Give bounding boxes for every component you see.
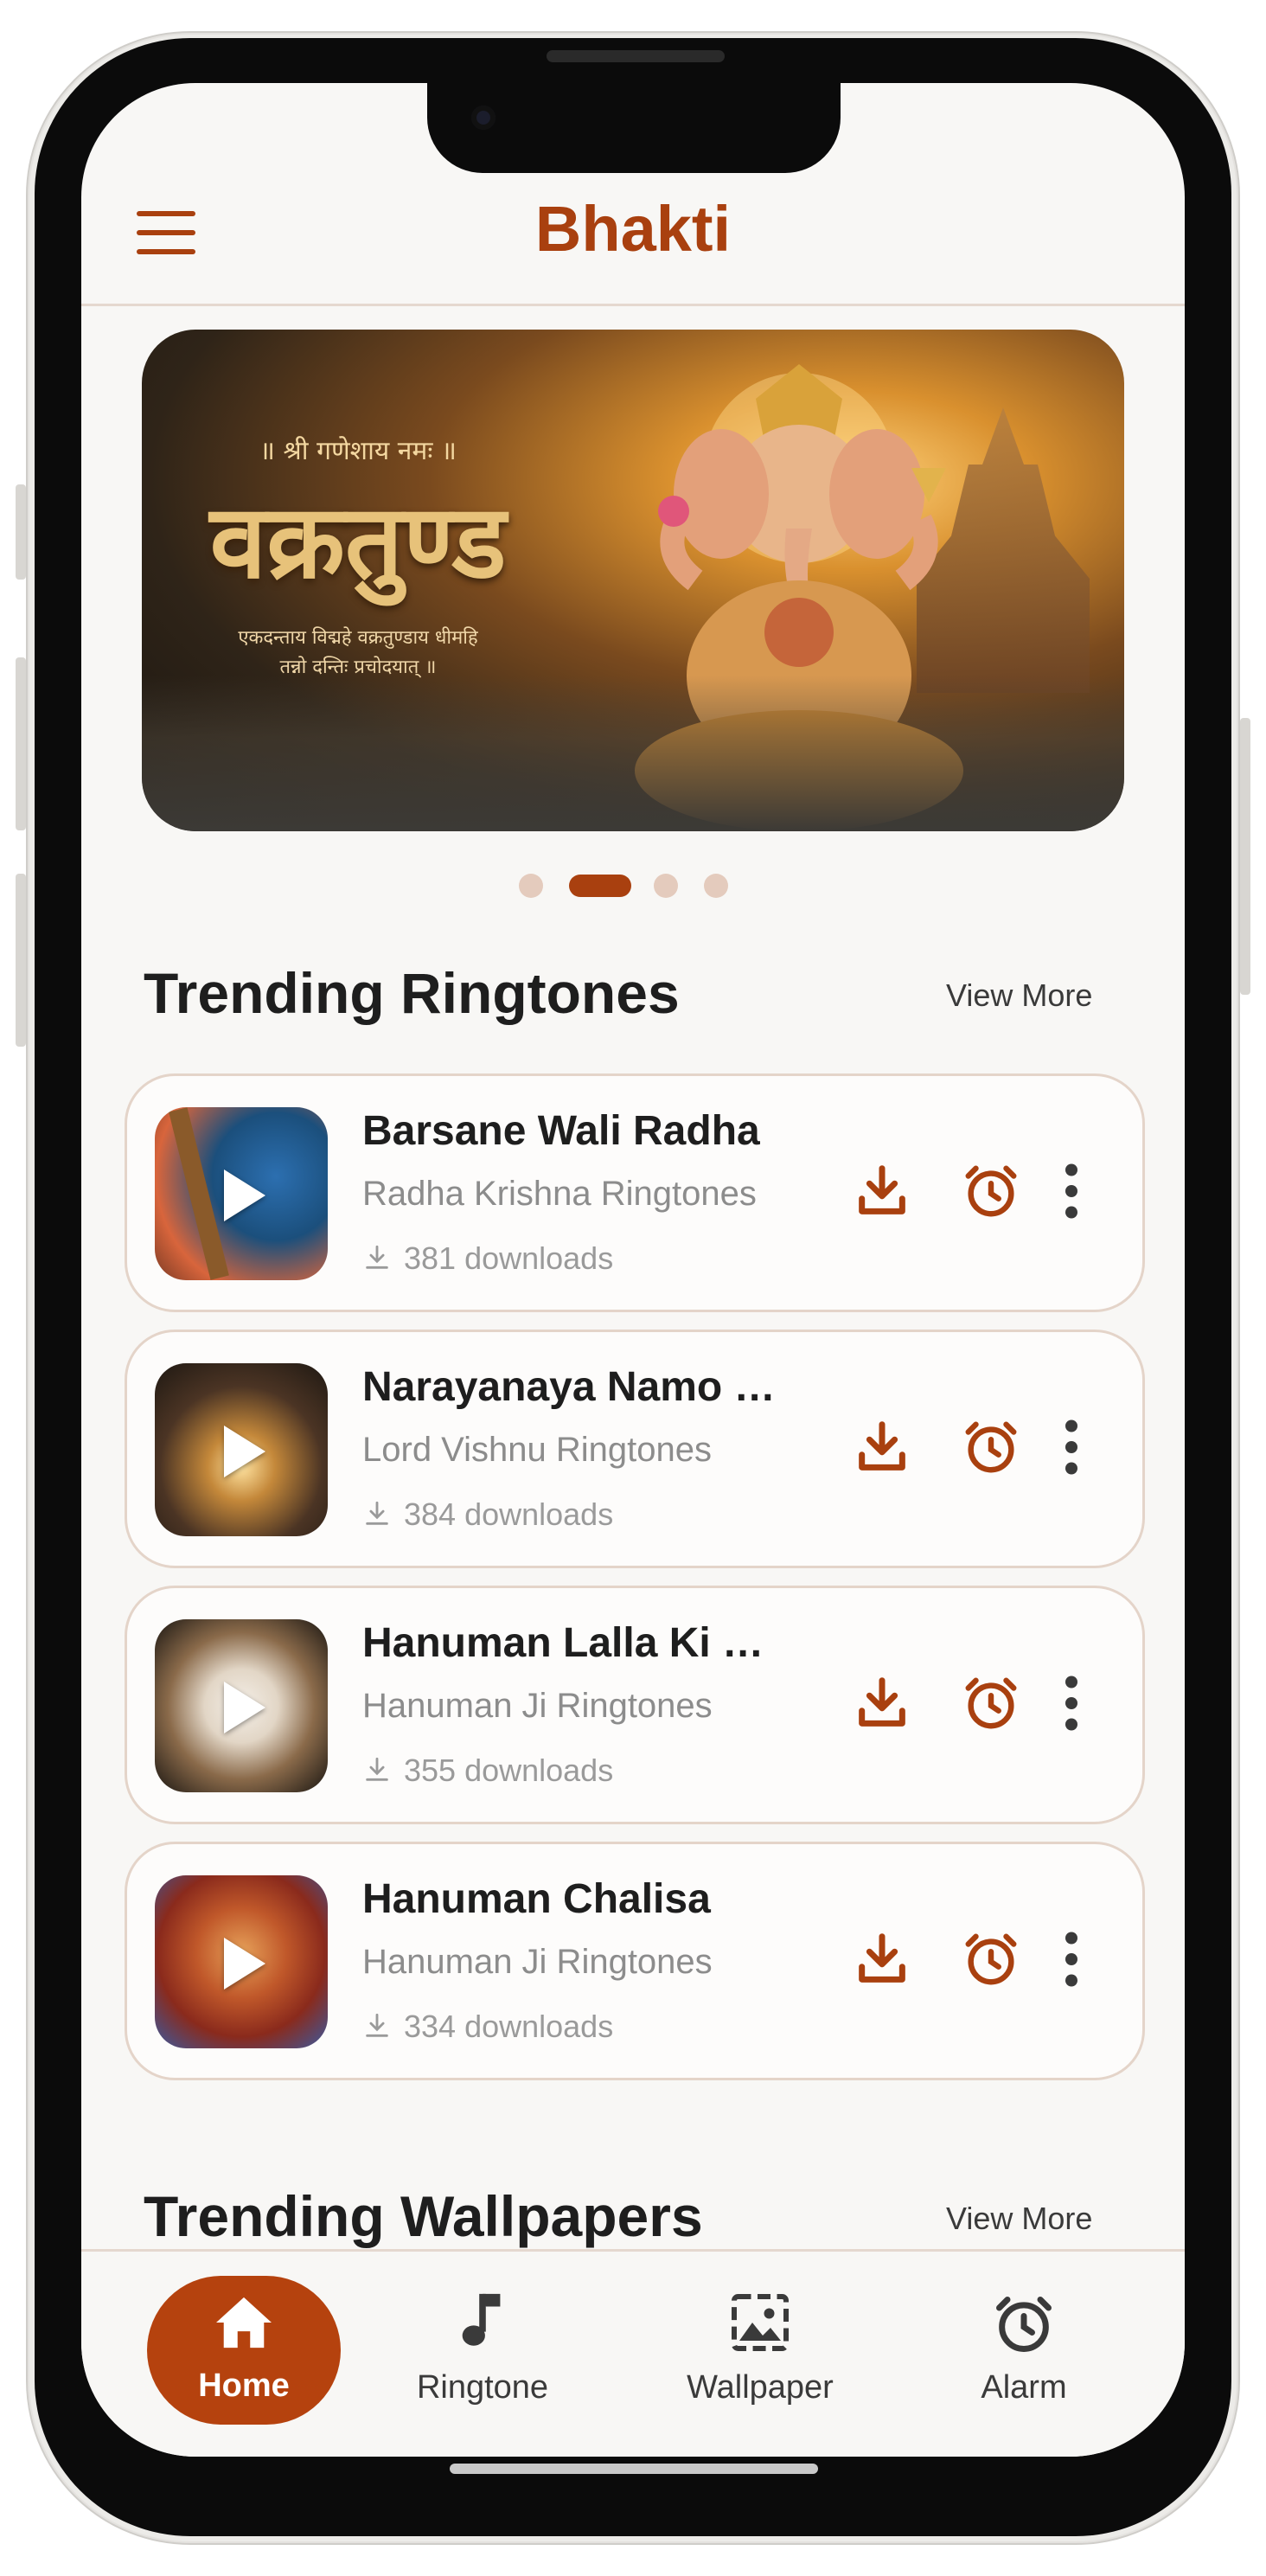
play-icon[interactable] [224,1938,265,1990]
banner-mantra-line-1: एकदन्ताय विद्महे वक्रतुण्डाय धीमहि [238,627,478,649]
alarm-clock-icon[interactable] [961,1929,1021,1990]
alarm-clock-icon[interactable] [961,1161,1021,1221]
nav-item-wallpaper[interactable]: Wallpaper [652,2272,868,2428]
banner-mist [142,676,1124,831]
download-count: 381 downloads [362,1240,613,1277]
play-icon[interactable] [224,1169,265,1221]
wallpapers-view-more-link[interactable]: View More [946,2201,1092,2237]
more-options-icon[interactable] [1054,1417,1089,1477]
download-count: 384 downloads [362,1496,613,1533]
download-small-icon [366,1501,388,1525]
power-button [1240,718,1250,995]
app-screen: Bhakti ॥ श्री गणेशाय नमः ॥ वक्रतुण्ड एकद… [81,83,1185,2457]
ringtone-title: Hanuman Chalisa [362,1876,711,1922]
download-icon[interactable] [852,1673,912,1733]
download-count-text: 334 downloads [404,2009,614,2044]
download-icon[interactable] [852,1929,912,1990]
trending-ringtones-title: Trending Ringtones [144,961,680,1025]
ringtone-card[interactable]: Narayanaya Namo … Lord Vishnu Ringtones … [125,1330,1145,1568]
carousel-dot-active[interactable] [569,875,631,897]
download-icon[interactable] [852,1417,912,1477]
alarm-clock-icon [996,2297,1052,2352]
download-small-icon [366,1245,388,1269]
ringtone-card[interactable]: Hanuman Lalla Ki … Hanuman Ji Ringtones … [125,1586,1145,1824]
ringtone-title: Hanuman Lalla Ki … [362,1620,764,1666]
volume-down-button [16,874,26,1047]
ringtone-category: Hanuman Ji Ringtones [362,1687,713,1725]
ringtone-thumbnail[interactable] [155,1107,328,1280]
nav-label-alarm: Alarm [981,2369,1067,2406]
download-count-text: 355 downloads [404,1753,614,1788]
ringtone-card[interactable]: Hanuman Chalisa Hanuman Ji Ringtones 334… [125,1842,1145,2080]
trending-wallpapers-title: Trending Wallpapers [144,2184,703,2248]
hero-banner[interactable]: ॥ श्री गणेशाय नमः ॥ वक्रतुण्ड एकदन्ताय व… [142,330,1124,831]
alarm-clock-icon[interactable] [961,1417,1021,1477]
home-icon [216,2297,272,2349]
ringtone-thumbnail[interactable] [155,1875,328,2048]
nav-item-ringtone[interactable]: Ringtone [387,2272,578,2428]
nav-item-home[interactable]: Home [147,2276,341,2425]
carousel-dot[interactable] [519,874,543,898]
banner-sanskrit-mantra: एकदन्ताय विद्महे वक्रतुण्डाय धीमहि तन्नो… [185,624,531,682]
banner-sanskrit-header: ॥ श्री गणेशाय नमः ॥ [259,436,457,466]
front-camera [471,106,496,130]
download-count: 355 downloads [362,1753,613,1789]
ringtone-category: Radha Krishna Ringtones [362,1175,757,1213]
home-indicator[interactable] [450,2464,818,2474]
banner-sanskrit-title: वक्रतुण्ड [209,481,507,601]
volume-up-button [16,657,26,830]
speaker-grille [547,50,725,62]
ringtone-title: Barsane Wali Radha [362,1108,760,1154]
image-icon [732,2294,789,2351]
download-count-text: 381 downloads [404,1240,614,1276]
more-options-icon[interactable] [1054,1673,1089,1733]
carousel-indicator [81,870,1185,898]
nav-label-home: Home [198,2368,290,2404]
app-title: Bhakti [534,193,732,265]
nav-item-alarm[interactable]: Alarm [937,2272,1110,2428]
download-small-icon [366,1757,388,1781]
ringtone-thumbnail[interactable] [155,1363,328,1536]
nav-label-ringtone: Ringtone [416,2369,549,2406]
music-note-icon [462,2293,501,2346]
carousel-dot[interactable] [654,874,678,898]
download-count-text: 384 downloads [404,1496,614,1532]
carousel-dot[interactable] [704,874,728,898]
nav-label-wallpaper: Wallpaper [687,2369,834,2406]
alarm-clock-icon[interactable] [961,1673,1021,1733]
download-count: 334 downloads [362,2009,613,2045]
ringtone-category: Lord Vishnu Ringtones [362,1431,712,1469]
download-icon[interactable] [852,1161,912,1221]
more-options-icon[interactable] [1054,1161,1089,1221]
mute-switch [16,484,26,580]
play-icon[interactable] [224,1426,265,1477]
download-small-icon [366,2013,388,2037]
bottom-navigation-bar: Home Ringtone Wallpaper Alarm [81,2249,1185,2457]
ringtone-category: Hanuman Ji Ringtones [362,1943,713,1981]
more-options-icon[interactable] [1054,1929,1089,1990]
ringtone-title: Narayanaya Namo … [362,1364,776,1410]
ringtones-view-more-link[interactable]: View More [946,977,1092,1014]
ringtone-card[interactable]: Barsane Wali Radha Radha Krishna Rington… [125,1073,1145,1312]
play-icon[interactable] [224,1682,265,1733]
ringtone-thumbnail[interactable] [155,1619,328,1792]
